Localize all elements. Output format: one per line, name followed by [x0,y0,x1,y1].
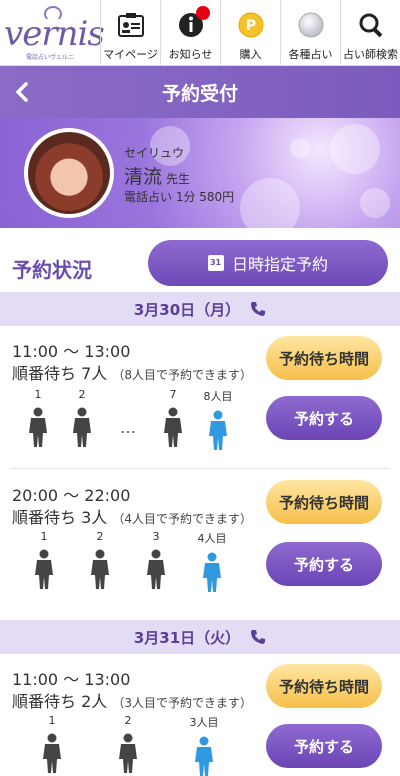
book-button[interactable]: 予約する [266,396,382,440]
profile-banner: セイリュウ 清流 先生 電話占い 1分 580円 [0,118,400,228]
slot-queue: 順番待ち 7人 （8人目で予約できます） [12,364,253,383]
nav-purchase[interactable]: P 購入 [220,0,280,66]
queue-person: 7 [155,388,191,447]
page-title: 予約受付 [161,82,238,105]
queue-person: 3 [138,530,174,589]
search-icon [356,10,386,40]
wait-time-button[interactable]: 予約待ち時間 [266,664,382,708]
vernis-logo[interactable]: vernis 電話占いヴェルニ [0,0,105,66]
nav-info[interactable]: お知らせ [160,0,220,66]
queue-person: 2 [82,530,118,589]
time-slot: 11:00 〜 13:00 順番待ち 2人 （3人目で予約できます） 1 2 3… [0,654,400,776]
nav-info-label: お知らせ [168,48,213,61]
person-icon [73,407,91,447]
slot-time: 11:00 〜 13:00 [12,342,131,361]
crystal-ball-icon [296,10,326,40]
fortune-teller-name: 清流 先生 [124,166,191,188]
nav-fortune-types[interactable]: 各種占い [280,0,340,66]
phone-icon [251,302,266,316]
back-chevron-icon[interactable] [10,78,38,106]
top-nav: vernis 電話占いヴェルニ マイページ お知らせ P 購入 各種占い 占い師… [0,0,400,66]
slot-time: 11:00 〜 13:00 [12,670,131,689]
person-icon [203,552,221,592]
nav-search-label: 占い師検索 [343,48,398,61]
queue-person: 1 [20,388,56,447]
queue-person-you: 4人目 [194,530,230,592]
nav-purchase-label: 購入 [239,48,262,61]
date-header: 3月31日（火） [0,620,400,654]
book-button[interactable]: 予約する [266,724,382,768]
datetime-reservation-button[interactable]: 日時指定予約 [148,240,388,286]
nav-search[interactable]: 占い師検索 [340,0,400,66]
svg-text:P: P [245,18,255,34]
person-icon [43,733,61,773]
slot-queue: 順番待ち 2人 （3人目で予約できます） [12,692,253,711]
person-icon [119,733,137,773]
book-button[interactable]: 予約する [266,542,382,586]
logo-subtitle: 電話占いヴェルニ [26,54,75,61]
person-icon [147,549,165,589]
fortune-teller-kana: セイリュウ [124,146,185,160]
reservation-status-heading: 予約状況 [12,258,92,282]
nav-mypage-label: マイページ [103,48,158,61]
queue-person: 2 [64,388,100,447]
calendar-icon [207,255,224,271]
wait-time-button[interactable]: 予約待ち時間 [266,480,382,524]
queue-person-you: 8人目 [200,388,236,450]
date-header: 3月30日（月） [0,292,400,326]
person-icon [35,549,53,589]
slot-time: 20:00 〜 22:00 [12,486,131,505]
datetime-reservation-label: 日時指定予約 [231,255,328,274]
person-icon [164,407,182,447]
wait-time-button[interactable]: 予約待ち時間 [266,336,382,380]
nav-mypage[interactable]: マイページ [100,0,160,66]
queue-person: 1 [26,530,62,589]
notification-badge [196,6,210,20]
logo-text: vernis [4,14,105,54]
person-icon [209,410,227,450]
time-slot: 11:00 〜 13:00 順番待ち 7人 （8人目で予約できます） 1 2 …… [0,326,400,468]
fortune-teller-avatar [24,128,114,218]
fortune-teller-price: 電話占い 1分 580円 [124,190,235,204]
person-icon [195,736,213,776]
queue-person: 1 [34,714,70,773]
header-bar: 予約受付 [0,66,400,118]
coin-icon: P [236,10,266,40]
divider [10,468,390,469]
date-label: 3月31日（火） [133,628,241,647]
mypage-icon [116,10,146,40]
slot-queue: 順番待ち 3人 （4人目で予約できます） [12,508,253,527]
date-label: 3月30日（月） [133,300,241,319]
person-icon [91,549,109,589]
time-slot: 20:00 〜 22:00 順番待ち 3人 （4人目で予約できます） 1 2 3… [0,470,400,610]
queue-ellipsis: … [120,418,136,437]
queue-person-you: 3人目 [186,714,222,776]
phone-icon [251,630,266,644]
nav-fortune-types-label: 各種占い [288,48,333,61]
queue-person: 2 [110,714,146,773]
person-icon [29,407,47,447]
